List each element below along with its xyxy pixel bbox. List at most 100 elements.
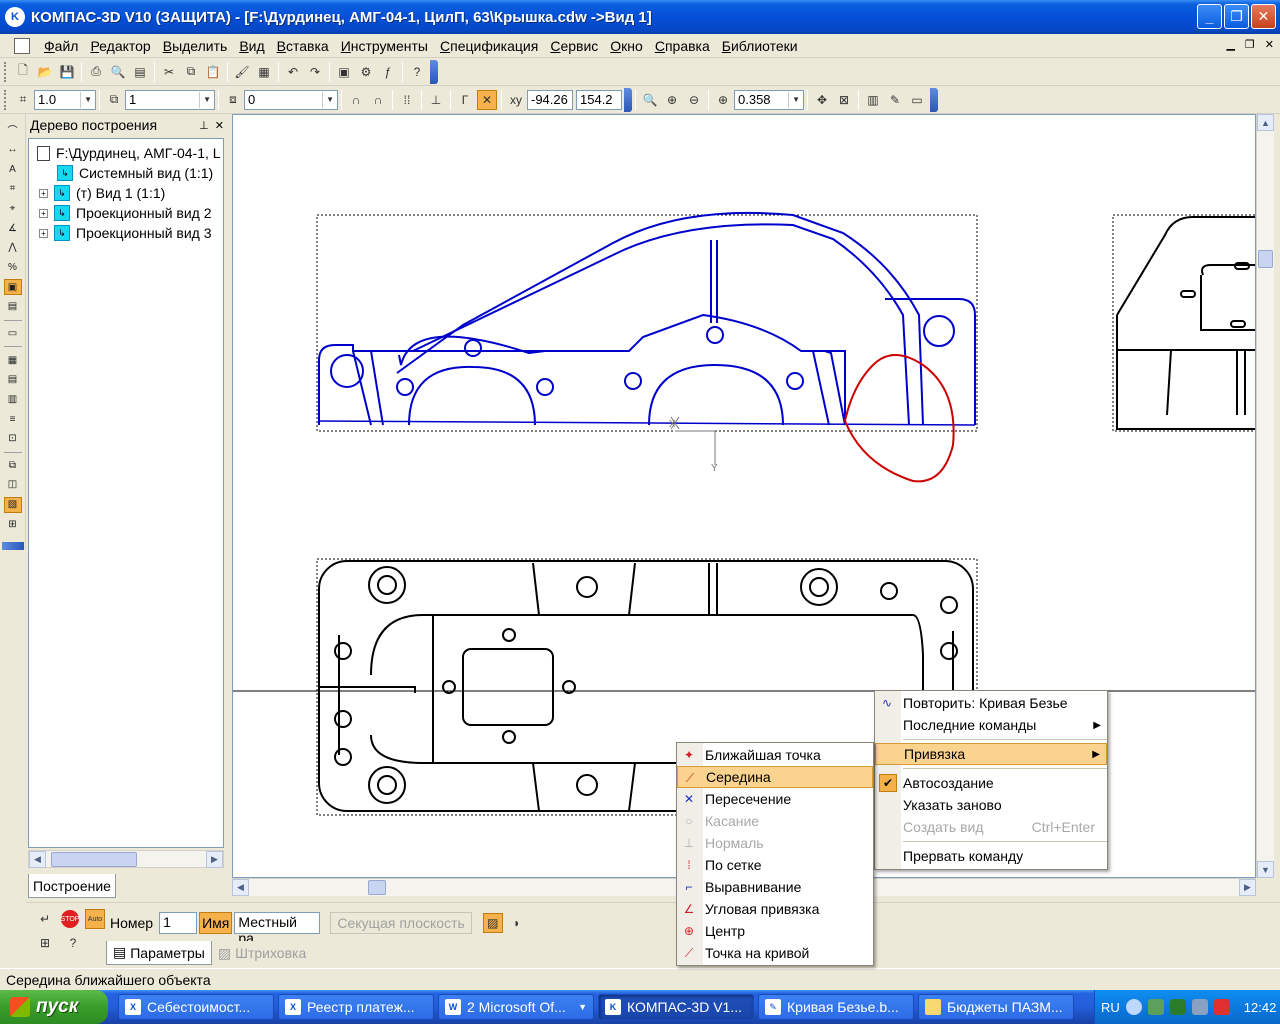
scroll-down-icon[interactable]: ▼ (1257, 861, 1274, 878)
dimensions-icon[interactable]: ↔ (4, 142, 22, 158)
expand-icon[interactable]: + (39, 188, 48, 198)
expand-icon[interactable]: + (39, 228, 48, 238)
snap-nearest-point[interactable]: ✦ Ближайшая точка (677, 744, 873, 766)
projection-view-icon[interactable]: ▤ (4, 372, 22, 388)
selection-icon[interactable]: ⋀ (4, 240, 22, 256)
clock[interactable]: 12:42 (1244, 1000, 1277, 1015)
redo-icon[interactable]: ↷ (305, 62, 325, 82)
tree-close-icon[interactable]: ✕ (215, 120, 224, 132)
expand-panel-icon[interactable]: ⊞ (35, 933, 55, 953)
task-kompas[interactable]: K КОМПАС-3D V1... (598, 994, 754, 1020)
new-document-icon[interactable]: 🗋 (13, 62, 33, 82)
help-pointer-icon[interactable]: ? (407, 62, 427, 82)
manager-icon[interactable]: ▣ (334, 62, 354, 82)
cut-icon[interactable]: ✂ (159, 62, 179, 82)
measure-icon[interactable]: ∡ (4, 220, 22, 236)
associative-icon[interactable]: % (4, 260, 22, 276)
tab-parameters[interactable]: ▤ Параметры (106, 941, 212, 965)
symbols-icon[interactable]: A (4, 161, 22, 177)
arrow-view-icon[interactable]: ▥ (4, 392, 22, 408)
direction-icon[interactable]: ◗ (507, 913, 527, 933)
snap-intersection[interactable]: ✕ Пересечение (677, 788, 873, 810)
snap-angular[interactable]: ∠ Угловая привязка (677, 898, 873, 920)
detail-view-icon[interactable]: ⊡ (4, 431, 22, 447)
pan-icon[interactable]: ✥ (812, 90, 832, 110)
menu-insert[interactable]: Вставка (271, 38, 335, 54)
refresh-icon[interactable]: ✎ (885, 90, 905, 110)
menu-recent-commands[interactable]: Последние команды ▶ (875, 714, 1107, 736)
menu-help[interactable]: Справка (649, 38, 716, 54)
page-setup-icon[interactable]: ▤ (130, 62, 150, 82)
views-icon[interactable]: ▣ (3, 279, 22, 295)
snap-midpoint[interactable]: ⟋ Середина (677, 766, 873, 788)
task-folder[interactable]: Бюджеты ПАЗМ... (918, 994, 1074, 1020)
help-icon[interactable]: ? (63, 933, 83, 953)
variables-icon[interactable]: ƒ (378, 62, 398, 82)
tree-item-view-1[interactable]: + ↳ (т) Вид 1 (1:1) (29, 183, 223, 203)
print-preview-icon[interactable]: 🔍 (108, 62, 128, 82)
layer-icon[interactable]: ⧉ (104, 90, 124, 110)
spec-icon[interactable]: ▤ (4, 299, 22, 315)
number-input[interactable]: 1 (159, 912, 198, 934)
zoom-in-icon[interactable]: ⊕ (662, 90, 682, 110)
break-view-icon[interactable]: ⧉ (4, 458, 22, 474)
scroll-up-icon[interactable]: ▲ (1257, 114, 1274, 131)
menu-view[interactable]: Вид (233, 38, 270, 54)
format-painter-icon[interactable]: 🖌 (232, 62, 252, 82)
snap-grid[interactable]: ⁞ По сетке (677, 854, 873, 876)
snap-normal[interactable]: ⊥ Нормаль (677, 832, 873, 854)
cut-plane-button[interactable]: Секущая плоскость (330, 912, 472, 934)
snap-point-on-curve[interactable]: ⟋ Точка на кривой (677, 942, 873, 964)
zoom-out-icon[interactable]: ⊖ (684, 90, 704, 110)
section-view-icon[interactable]: ≡ (4, 411, 22, 427)
properties-icon[interactable]: ▦ (254, 62, 274, 82)
snap-tangent[interactable]: ○ Касание (677, 810, 873, 832)
break-icon[interactable]: ⊞ (4, 517, 22, 533)
step-select[interactable]: 1.0 ▼ (34, 89, 96, 110)
edit-icon[interactable]: ⌗ (4, 181, 22, 197)
style-select[interactable]: 0 ▼ (244, 89, 338, 110)
print-icon[interactable]: ⎙ (86, 62, 106, 82)
task-excel-2[interactable]: X Реестр платеж... (278, 994, 434, 1020)
grid-icon[interactable]: ⁞⁞ (397, 90, 417, 110)
menu-specification[interactable]: Спецификация (434, 38, 544, 54)
geometry-icon[interactable]: ⌒ (4, 122, 22, 138)
display-icon[interactable]: ▭ (907, 90, 927, 110)
start-button[interactable]: пуск (0, 990, 108, 1024)
hatch-icon[interactable]: ▨ (482, 913, 503, 933)
create-object-icon[interactable]: ↵ (35, 909, 55, 929)
zoom-select[interactable]: 0.358 ▼ (734, 89, 804, 110)
menu-autocreate[interactable]: ✔ Автосоздание (875, 772, 1107, 794)
menu-repeat-bezier[interactable]: ∿ Повторить: Кривая Безье (875, 692, 1107, 714)
tree-item-system-view[interactable]: ↳ Системный вид (1:1) (29, 163, 223, 183)
scroll-left-icon[interactable]: ◀ (29, 851, 46, 868)
language-indicator[interactable]: RU (1101, 1000, 1120, 1015)
tray-shield-icon[interactable] (1213, 999, 1230, 1015)
task-excel-1[interactable]: X Себестоимост... (118, 994, 274, 1020)
minimize-button[interactable]: _ (1197, 4, 1222, 29)
zoom-scale-icon[interactable]: ⊕ (713, 90, 733, 110)
zoom-window-icon[interactable]: 🔍 (640, 90, 660, 110)
coord-x-field[interactable]: -94.26 (527, 89, 573, 110)
menu-abort-command[interactable]: Прервать команду (875, 845, 1107, 867)
tray-app-icon[interactable] (1147, 999, 1164, 1015)
standard-views-icon[interactable]: ▦ (4, 352, 22, 368)
scroll-left-icon[interactable]: ◀ (232, 879, 249, 896)
tree-root[interactable]: F:\Дурдинец, АМГ-04-1, L (29, 143, 223, 163)
expand-icon[interactable]: + (39, 208, 48, 218)
task-bezier-image[interactable]: ✎ Кривая Безье.b... (758, 994, 914, 1020)
local-snap-icon[interactable]: ∩ (368, 90, 388, 110)
scroll-thumb[interactable] (1258, 250, 1273, 268)
local-cs-icon[interactable]: ⊥ (426, 90, 446, 110)
show-all-icon[interactable]: ⊠ (834, 90, 854, 110)
magnet-icon[interactable]: ∩ (346, 90, 366, 110)
menu-select[interactable]: Выделить (157, 38, 234, 54)
scroll-right-icon[interactable]: ▶ (1239, 879, 1256, 896)
menu-file[interactable]: Файл (38, 38, 84, 54)
snap-alignment[interactable]: ⌐ Выравнивание (677, 876, 873, 898)
tree-item-projection-3[interactable]: + ↳ Проекционный вид 3 (29, 223, 223, 243)
stop-icon[interactable]: STOP (61, 910, 79, 928)
menu-snap[interactable]: Привязка ▶ (875, 743, 1107, 765)
tree-item-projection-2[interactable]: + ↳ Проекционный вид 2 (29, 203, 223, 223)
parametrization-icon[interactable]: ⌖ (4, 201, 22, 217)
